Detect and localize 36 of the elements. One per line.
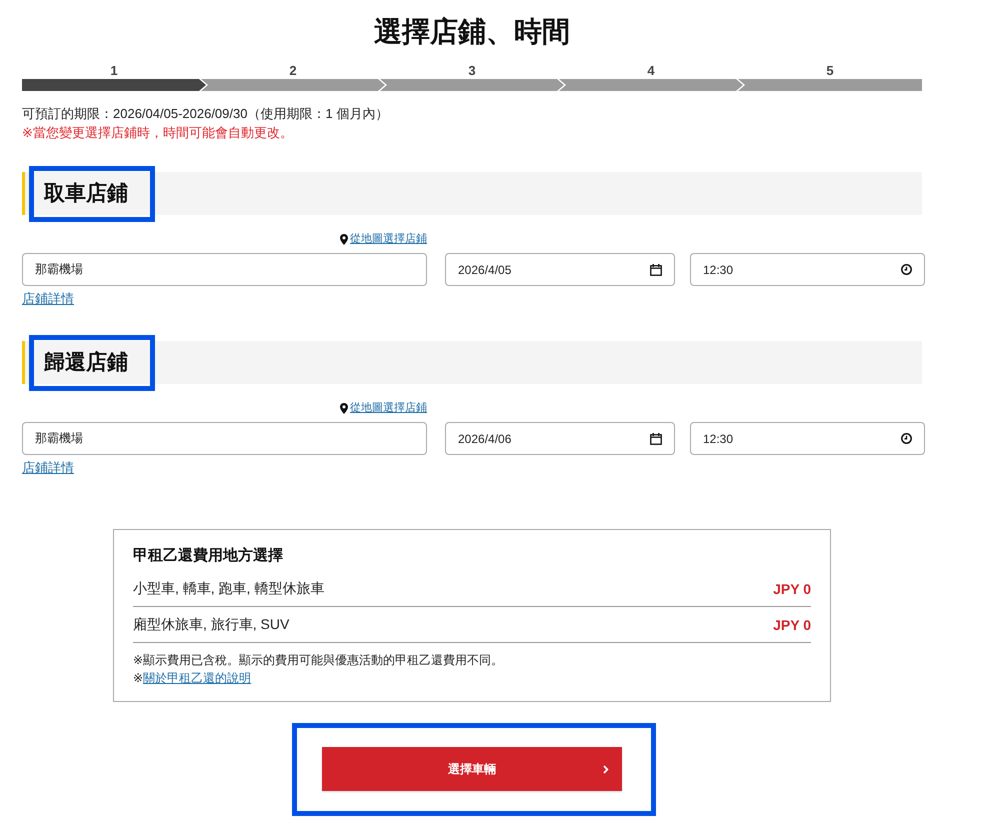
fee-price: JPY 0 [773,616,811,632]
clock-icon[interactable] [901,264,912,275]
page-title: 選擇店鋪、時間 [373,15,571,49]
fee-box-title: 甲租乙還費用地方選擇 [133,546,284,566]
fee-info-link[interactable]: 關於甲租乙還的說明 [143,669,252,687]
notice-text: ※當您變更選擇店鋪時，時間可能會自動更改。 [22,124,294,142]
vehicle-types-text: 小型車, 轎車, 跑車, 轎型休旅車 [133,580,324,598]
step-number: 3 [468,63,476,79]
store-details-link[interactable]: 店鋪詳情 [22,459,74,477]
store-field[interactable]: 那霸機場 [22,253,427,286]
step-number: 1 [110,63,118,79]
map-pin-icon [340,234,348,244]
map-select-link[interactable]: 從地圖選擇店鋪 [340,401,427,415]
time-field[interactable]: 12:30 [690,422,925,455]
date-field[interactable]: 2026/4/05 [445,253,675,286]
booking-period-text: 可預訂的期限：2026/04/05-2026/09/30（使用期限：1 個月內） [22,105,390,123]
chevron-right-icon [603,764,609,774]
section-title: 取車店鋪 [44,180,128,206]
vehicle-types-text: 廂型休旅車, 旅行車, SUV [133,616,290,634]
date-field[interactable]: 2026/4/06 [445,422,675,455]
section-title: 歸還店鋪 [44,350,128,376]
store-details-link[interactable]: 店鋪詳情 [22,290,74,308]
step-number: 5 [826,63,834,79]
calendar-icon[interactable] [650,264,662,276]
calendar-icon[interactable] [650,432,662,444]
time-field[interactable]: 12:30 [690,253,925,286]
clock-icon[interactable] [901,433,912,444]
map-pin-icon [340,402,348,414]
step-number: 4 [647,63,655,79]
map-select-link[interactable]: 從地圖選擇店鋪 [340,232,427,246]
store-field[interactable]: 那霸機場 [22,422,427,455]
step-number: 2 [289,63,297,79]
fee-price: JPY 0 [773,580,811,596]
note-mark: ※ [133,670,144,687]
fee-note-text: ※顯示費用已含稅。顯示的費用可能與優惠活動的甲租乙還費用不同。 [133,652,504,669]
select-vehicle-button[interactable]: 選擇車輛 [322,747,622,791]
